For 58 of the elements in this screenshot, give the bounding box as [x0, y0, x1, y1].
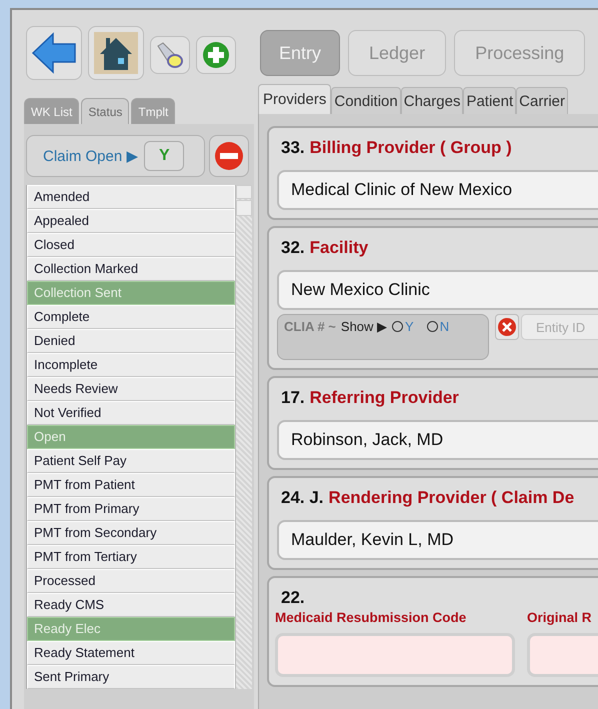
status-item[interactable]: Ready Statement — [27, 641, 235, 665]
back-button[interactable] — [26, 26, 82, 80]
section-number: 24. J. — [281, 488, 324, 507]
code-field[interactable] — [527, 633, 598, 677]
status-item[interactable]: PMT from Tertiary — [27, 545, 235, 569]
section-number: 22. — [281, 588, 305, 607]
status-item[interactable]: Processed — [27, 569, 235, 593]
status-item[interactable]: Denied — [27, 329, 235, 353]
status-item[interactable]: Amended — [27, 185, 235, 209]
status-item[interactable]: PMT from Secondary — [27, 521, 235, 545]
form-tab[interactable]: Patient — [463, 87, 516, 114]
arrow-left-icon — [31, 30, 77, 76]
form-tab[interactable]: Providers — [258, 84, 332, 114]
status-item[interactable]: Sent Primary — [27, 665, 235, 689]
section-title: Facility — [310, 238, 368, 257]
flashlight-button[interactable] — [150, 36, 190, 74]
form-tab[interactable]: Condition — [331, 87, 401, 114]
clear-button[interactable] — [495, 314, 519, 340]
flashlight-icon — [155, 41, 185, 69]
house-icon — [94, 32, 138, 74]
status-item[interactable]: PMT from Patient — [27, 473, 235, 497]
status-item[interactable]: Incomplete — [27, 353, 235, 377]
field-label: Medicaid Resubmission Code — [275, 610, 468, 625]
plus-icon — [202, 41, 230, 69]
claim-status-label: Claim Open ▶ — [43, 147, 138, 165]
field-label: Original R — [527, 610, 593, 625]
provider-field[interactable]: Robinson, Jack, MD — [277, 420, 598, 460]
clia-label: CLIA # ~ — [284, 319, 336, 334]
entity-id-field[interactable]: Entity ID — [521, 314, 598, 340]
status-item[interactable]: Appealed — [27, 209, 235, 233]
remove-button[interactable] — [209, 135, 249, 177]
form-tab[interactable]: Carrier — [516, 87, 568, 114]
show-label: Show ▶ — [340, 319, 388, 334]
section-number: 33. — [281, 138, 305, 157]
provider-field[interactable]: Maulder, Kevin L, MD — [277, 520, 598, 560]
scrollbar[interactable] — [235, 185, 252, 689]
status-item[interactable]: Ready CMS — [27, 593, 235, 617]
code-field[interactable] — [275, 633, 515, 677]
form-tab[interactable]: Charges — [400, 87, 464, 114]
provider-field[interactable]: Medical Clinic of New Mexico — [277, 170, 598, 210]
home-button[interactable] — [88, 26, 144, 80]
status-item[interactable]: Needs Review — [27, 377, 235, 401]
status-item[interactable]: Patient Self Pay — [27, 449, 235, 473]
provider-field[interactable]: New Mexico Clinic — [277, 270, 598, 310]
scroll-thumb[interactable] — [236, 200, 252, 216]
status-item[interactable]: PMT from Primary — [27, 497, 235, 521]
status-item[interactable]: Collection Marked — [27, 257, 235, 281]
add-button[interactable] — [196, 36, 236, 74]
status-item[interactable]: Closed — [27, 233, 235, 257]
close-icon — [497, 317, 517, 337]
status-item[interactable]: Complete — [27, 305, 235, 329]
minus-icon — [214, 141, 244, 171]
section-title: Rendering Provider ( Claim De — [328, 488, 574, 507]
status-item[interactable]: Not Verified — [27, 401, 235, 425]
section-title: Billing Provider ( Group ) — [310, 138, 512, 157]
section-number: 32. — [281, 238, 305, 257]
section-title: Referring Provider — [310, 388, 459, 407]
section-number: 17. — [281, 388, 305, 407]
